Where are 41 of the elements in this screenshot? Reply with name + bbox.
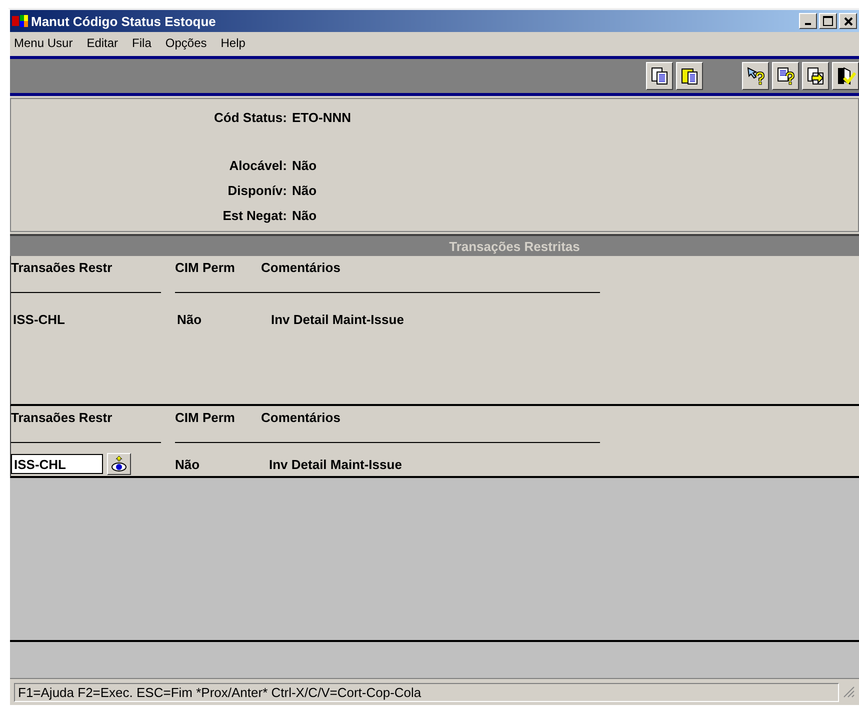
column-header: CIM Perm [175, 260, 236, 277]
copy-icon[interactable] [646, 62, 673, 90]
minimize-button[interactable] [799, 13, 817, 29]
field-label: Est Negat: [222, 208, 287, 223]
column-header: Transaões Restr [11, 256, 161, 293]
field-value: Não [292, 158, 317, 173]
menu-item[interactable]: Editar [86, 36, 118, 50]
column-header: Comentários [261, 260, 340, 277]
window-title: Manut Código Status Estoque [31, 14, 216, 28]
app-icon [12, 14, 28, 28]
menu-item[interactable]: Help [220, 36, 246, 50]
maximize-button[interactable] [819, 13, 837, 29]
field-value: Não [292, 208, 317, 223]
table-cell: Inv Detail Maint-Issue [269, 456, 402, 472]
field-label: Alocável: [228, 158, 287, 173]
section-title: Transações Restritas [449, 238, 580, 254]
help-pointer-icon[interactable] [742, 62, 769, 90]
field-label: Cód Status: [213, 110, 287, 125]
column-header: CIM Perm [175, 410, 236, 427]
field-value: ETO-NNN [292, 110, 351, 125]
column-header: Comentários [261, 410, 340, 427]
table-cell: Inv Detail Maint-Issue [271, 312, 404, 327]
table-cell-text: Não [177, 312, 203, 327]
input-field[interactable]: ISS-CHL [11, 454, 103, 474]
close-button[interactable] [839, 13, 857, 29]
paste-icon[interactable] [676, 62, 703, 90]
menu-item[interactable]: Menu Usur [14, 36, 73, 50]
status-text: F1=Ajuda F2=Exec. ESC=Fim *Prox/Anter* Ctrl-X/C/V=Cort-Cop-Cola [14, 682, 839, 702]
menu-item[interactable]: Opções [165, 36, 207, 50]
field-value: Não [292, 183, 317, 198]
table-cell-text: ISS-CHL [12, 312, 66, 327]
exit-icon[interactable] [832, 62, 859, 90]
lookup-eye-icon[interactable] [107, 453, 131, 475]
maximize-icon [823, 16, 833, 26]
resize-grip-icon[interactable] [843, 686, 855, 698]
document-help-icon[interactable] [772, 62, 799, 90]
table-cell-text: Não [175, 456, 201, 472]
column-header: Transaões Restr [11, 406, 161, 443]
close-icon [844, 16, 852, 26]
menu-item[interactable]: Fila [132, 36, 152, 50]
field-label: Disponív: [226, 183, 287, 198]
